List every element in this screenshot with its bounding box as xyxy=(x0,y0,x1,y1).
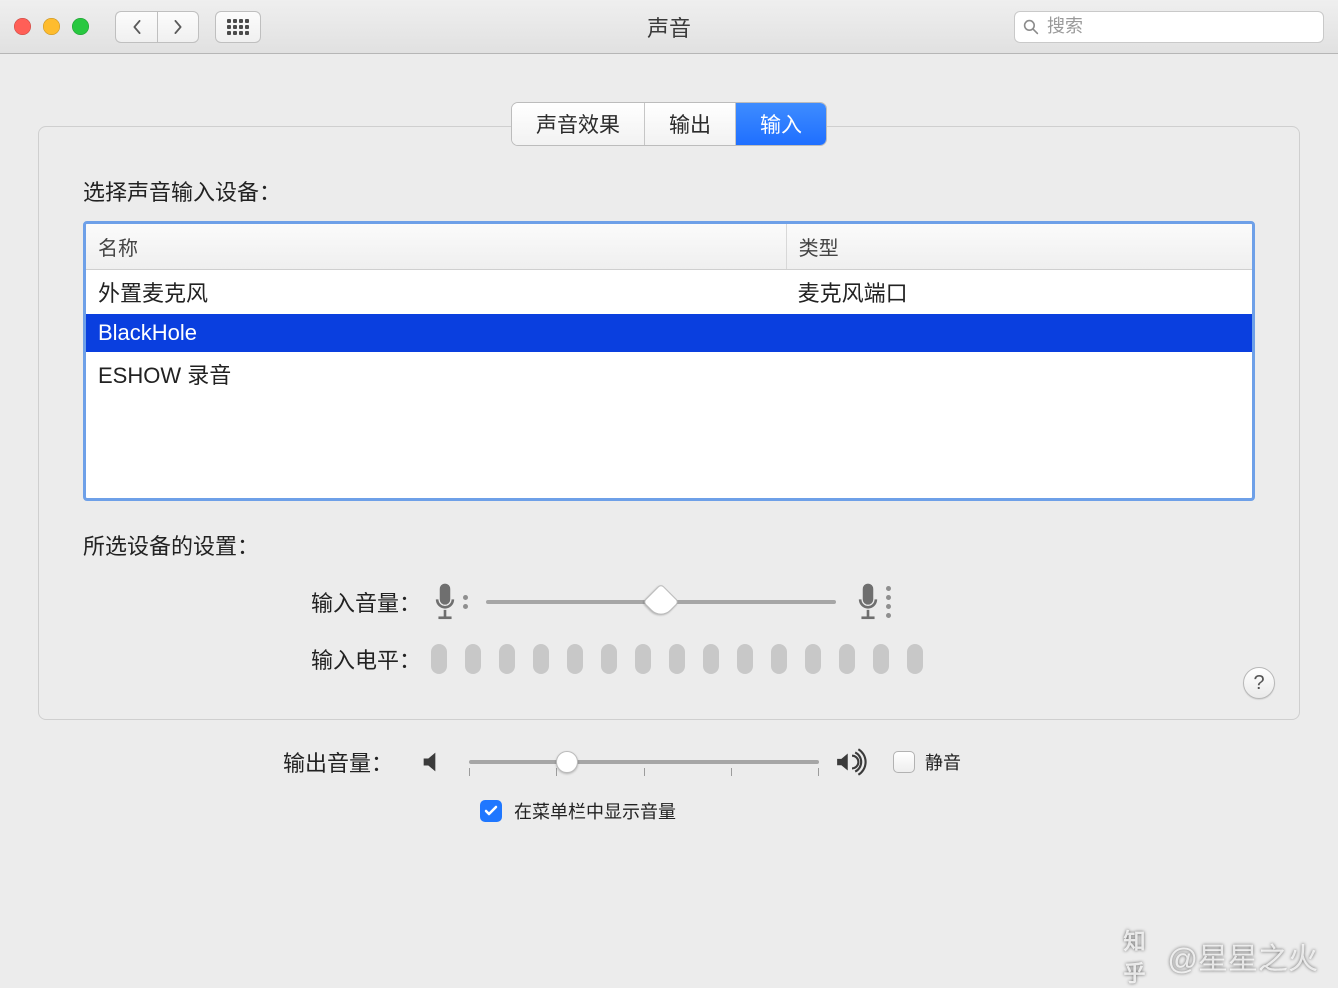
level-segment xyxy=(873,644,889,674)
level-segment xyxy=(601,644,617,674)
chevron-right-icon xyxy=(171,20,185,34)
slider-thumb[interactable] xyxy=(556,751,578,773)
content: 声音效果 输出 输入 选择声音输入设备： 名称 类型 外置麦克风麦克风端口Bla… xyxy=(0,54,1338,844)
table-row[interactable]: 外置麦克风麦克风端口 xyxy=(86,270,1252,314)
show-in-menubar-checkbox[interactable] xyxy=(480,800,502,822)
output-volume-label: 输出音量： xyxy=(38,746,403,778)
input-panel: 选择声音输入设备： 名称 类型 外置麦克风麦克风端口BlackHoleESHOW… xyxy=(38,126,1300,720)
search-field-wrap[interactable] xyxy=(1014,11,1324,43)
speaker-low-icon xyxy=(419,747,453,777)
microphone-low-icon xyxy=(431,581,468,623)
watermark: 知乎 @星星之火 xyxy=(1124,934,1318,978)
back-button[interactable] xyxy=(115,11,157,43)
zhihu-logo-icon: 知乎 xyxy=(1124,939,1158,973)
select-input-device-label: 选择声音输入设备： xyxy=(83,175,1255,207)
level-segment xyxy=(805,644,821,674)
input-device-table[interactable]: 名称 类型 外置麦克风麦克风端口BlackHoleESHOW 录音 xyxy=(83,221,1255,501)
column-header-name[interactable]: 名称 xyxy=(86,224,786,269)
close-window-button[interactable] xyxy=(14,18,31,35)
table-row[interactable]: BlackHole xyxy=(86,314,1252,352)
table-body: 外置麦克风麦克风端口BlackHoleESHOW 录音 xyxy=(86,270,1252,396)
device-type xyxy=(786,352,1252,396)
show-all-prefs-button[interactable] xyxy=(215,11,261,43)
level-segment xyxy=(839,644,855,674)
show-in-menubar-label: 在菜单栏中显示音量 xyxy=(514,798,676,824)
mute-label: 静音 xyxy=(925,749,961,775)
device-type: 麦克风端口 xyxy=(786,270,1252,314)
level-segment xyxy=(771,644,787,674)
speaker-high-icon xyxy=(835,747,869,777)
microphone-high-icon xyxy=(854,581,891,623)
level-segment xyxy=(907,644,923,674)
column-header-type[interactable]: 类型 xyxy=(786,224,1252,269)
output-volume-slider[interactable] xyxy=(469,760,819,764)
table-header: 名称 类型 xyxy=(86,224,1252,270)
mute-checkbox-wrap[interactable]: 静音 xyxy=(893,749,961,775)
window-titlebar: 声音 xyxy=(0,0,1338,54)
watermark-user: @星星之火 xyxy=(1168,934,1318,978)
help-button[interactable]: ? xyxy=(1243,667,1275,699)
input-volume-label: 输入音量： xyxy=(83,586,431,618)
nav-buttons xyxy=(115,11,199,43)
input-volume-slider[interactable] xyxy=(486,600,836,604)
device-name: BlackHole xyxy=(86,314,786,352)
mute-checkbox[interactable] xyxy=(893,751,915,773)
window-controls xyxy=(14,18,89,35)
input-level-meter xyxy=(431,644,923,674)
minimize-window-button[interactable] xyxy=(43,18,60,35)
device-name: ESHOW 录音 xyxy=(86,352,786,396)
input-level-row: 输入电平： xyxy=(83,643,1255,675)
input-level-label: 输入电平： xyxy=(83,643,431,675)
forward-button[interactable] xyxy=(157,11,199,43)
level-segment xyxy=(669,644,685,674)
level-segment xyxy=(499,644,515,674)
search-input[interactable] xyxy=(1045,15,1315,38)
grid-icon xyxy=(227,19,249,35)
level-segment xyxy=(533,644,549,674)
tab-input[interactable]: 输入 xyxy=(736,103,826,145)
tab-sound-effects[interactable]: 声音效果 xyxy=(512,103,645,145)
chevron-left-icon xyxy=(130,20,144,34)
level-segment xyxy=(703,644,719,674)
level-segment xyxy=(431,644,447,674)
level-segment xyxy=(567,644,583,674)
tab-output[interactable]: 输出 xyxy=(645,103,736,145)
input-volume-cluster xyxy=(431,581,891,623)
show-in-menubar-row[interactable]: 在菜单栏中显示音量 xyxy=(480,798,1300,824)
table-row[interactable]: ESHOW 录音 xyxy=(86,352,1252,396)
input-volume-row: 输入音量： xyxy=(83,581,1255,623)
slider-thumb[interactable] xyxy=(643,584,680,621)
level-segment xyxy=(737,644,753,674)
zoom-window-button[interactable] xyxy=(72,18,89,35)
search-icon xyxy=(1023,19,1039,35)
selected-device-settings-label: 所选设备的设置： xyxy=(83,529,1255,561)
output-volume-row: 输出音量： 静音 xyxy=(38,746,1300,778)
level-segment xyxy=(635,644,651,674)
device-name: 外置麦克风 xyxy=(86,270,786,314)
device-type xyxy=(786,314,1252,352)
level-segment xyxy=(465,644,481,674)
checkmark-icon xyxy=(483,803,499,819)
